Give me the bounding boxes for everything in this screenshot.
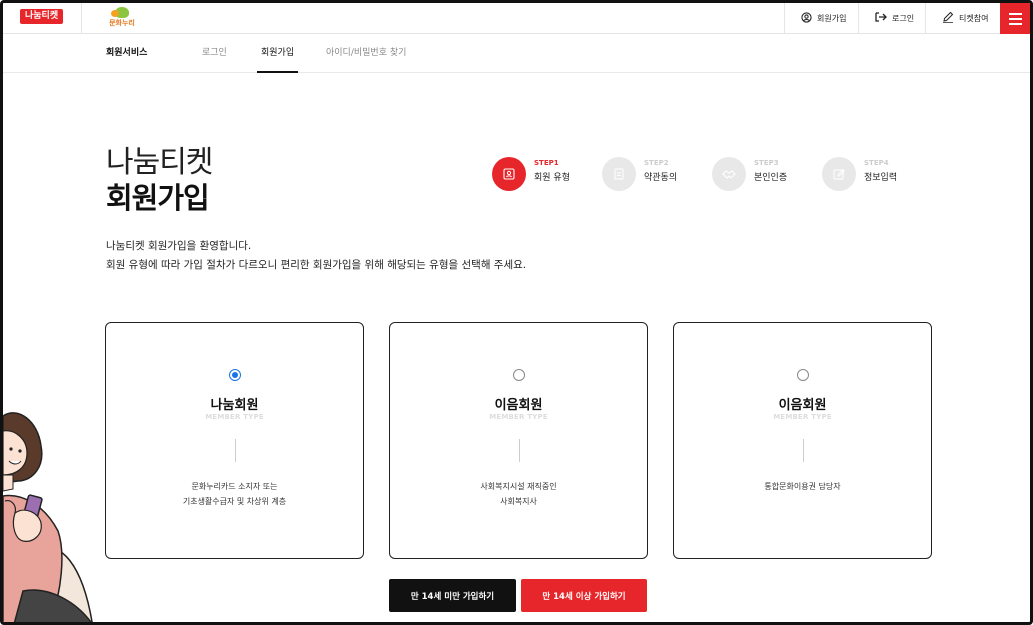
login-link[interactable]: 로그인 [858,3,930,34]
card-divider [803,439,804,462]
welcome-instructions: 회원 유형에 따라 가입 절차가 다르오니 편리한 회원가입을 위해 해당되는 … [106,259,527,271]
member-type-subtitle: MEMBER TYPE [205,413,264,421]
tree-accent-icon [111,10,119,17]
subnav-tab-login[interactable]: 로그인 [202,34,227,73]
id-card-icon [492,157,526,191]
step-4-label: 정보입력 [864,173,898,183]
signup-link-label: 회원가입 [817,14,847,23]
step-2-number: STEP2 [644,159,669,167]
member-type-description: 통합문화이용권 담당자 [764,482,841,491]
signup-under-14-button[interactable]: 만 14세 미만 가입하기 [389,579,516,612]
document-icon [602,157,636,191]
munhwa-nuri-logo[interactable]: 문화누리 [104,7,140,29]
edit-icon [822,157,856,191]
step-1-number: STEP1 [534,159,559,167]
page-title: 회원가입 [106,181,210,215]
step-4-number: STEP4 [864,159,889,167]
member-type-description: 사회복지시설 재직중인 사회복지사 [480,482,557,506]
member-type-radio-nanum[interactable] [229,369,241,381]
member-type-card-ieum-social[interactable]: 이음회원 MEMBER TYPE 사회복지시설 재직중인 사회복지사 [389,322,648,559]
step-2-label: 약관동의 [644,173,678,183]
hamburger-icon [1008,12,1022,15]
step-3-label: 본인인증 [754,173,788,183]
step-3-number: STEP3 [754,159,779,167]
member-type-description: 문화누리카드 소지자 또는 기초생활수급자 및 차상위 계층 [182,482,287,506]
member-type-card-nanum[interactable]: 나눔회원 MEMBER TYPE 문화누리카드 소지자 또는 기초생활수급자 및… [105,322,364,559]
member-type-title: 이음회원 [778,398,827,413]
signup-link[interactable]: 회원가입 [784,3,862,34]
member-type-radio-ieum-social[interactable] [513,369,525,381]
woman-with-phone-illustration [3,412,93,622]
member-type-subtitle: MEMBER TYPE [773,413,832,421]
hamburger-menu-button[interactable] [1000,3,1030,34]
ticket-join-link-label: 티켓참여 [959,14,989,23]
munhwa-nuri-logo-text: 문화누리 [109,19,135,27]
login-link-label: 로그인 [892,14,915,23]
card-divider [519,439,520,462]
subnav-section-title: 회원서비스 [106,48,148,58]
subnav-tab-signup[interactable]: 회원가입 [256,34,299,73]
handshake-icon [712,157,746,191]
ticket-join-link[interactable]: 티켓참여 [925,3,1004,34]
sub-navigation: 회원서비스 로그인 회원가입 아이디/비밀번호 찾기 [3,34,1030,73]
member-type-title: 이음회원 [494,398,543,413]
member-type-card-ieum-manager[interactable]: 이음회원 MEMBER TYPE 통합문화이용권 담당자 [673,322,932,559]
signup-over-14-button[interactable]: 만 14세 이상 가입하기 [521,579,647,612]
user-circle-icon [801,11,812,26]
member-type-radio-ieum-manager[interactable] [797,369,809,381]
welcome-message: 나눔티켓 회원가입을 환영합니다. [106,240,252,252]
browser-frame: 나눔티켓 문화누리 회원가입 로그인 티켓참여 회원서비스 로그인 회원가입 아… [0,0,1033,625]
member-type-subtitle: MEMBER TYPE [489,413,548,421]
logo-divider [81,3,82,34]
subnav-tab-find-account[interactable]: 아이디/비밀번호 찾기 [326,34,406,73]
login-icon [875,12,887,25]
nanum-ticket-logo[interactable]: 나눔티켓 [20,9,64,24]
step-1-label: 회원 유형 [534,173,570,183]
member-type-title: 나눔회원 [210,398,259,413]
pencil-icon [942,11,954,26]
card-divider [235,439,236,462]
top-bar: 나눔티켓 문화누리 회원가입 로그인 티켓참여 [3,3,1030,34]
